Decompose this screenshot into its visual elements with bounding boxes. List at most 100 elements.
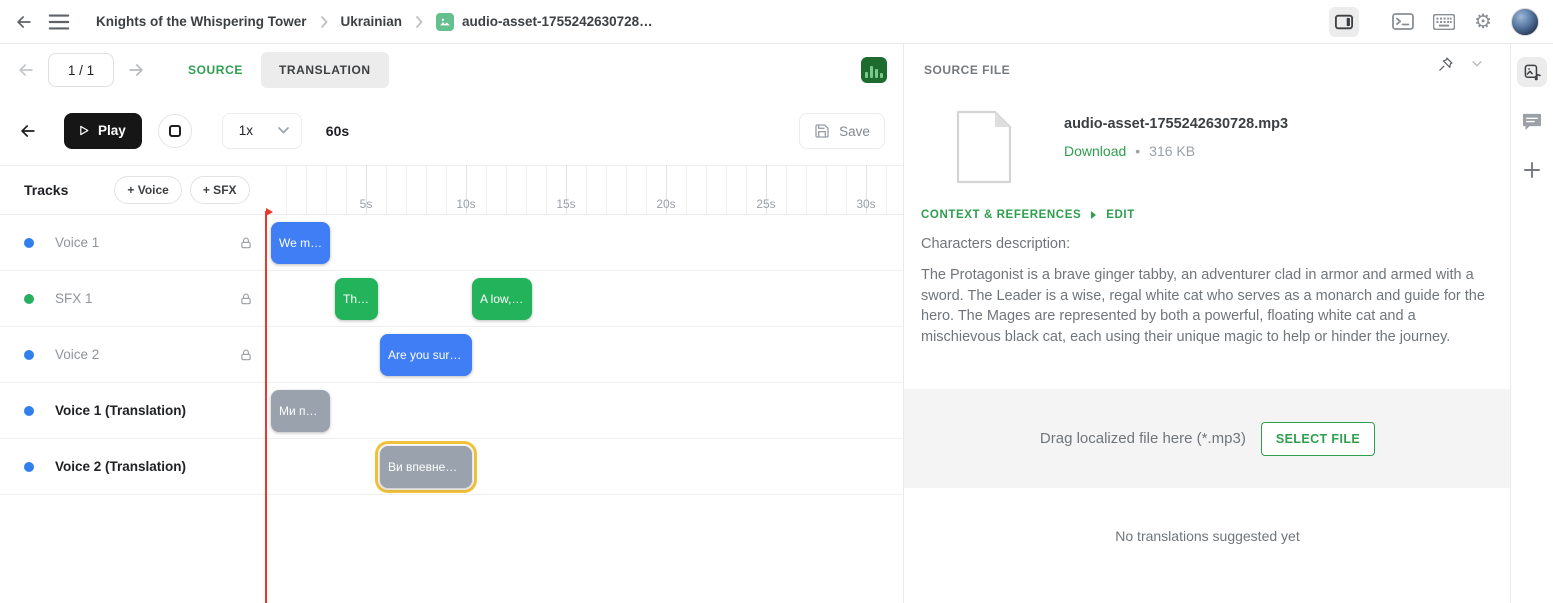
file-document-icon [956, 110, 1012, 189]
ruler-gridline [646, 166, 647, 214]
play-button[interactable]: Play [64, 113, 142, 149]
tab-translation[interactable]: TRANSLATION [261, 52, 389, 88]
play-label: Play [98, 123, 126, 138]
lock-icon [239, 292, 253, 306]
user-avatar[interactable] [1511, 8, 1539, 36]
breadcrumb-asset[interactable]: audio-asset-1755242630728… [462, 14, 653, 29]
language-badge-icon[interactable] [861, 57, 887, 83]
track-name: Voice 1 [55, 235, 99, 250]
context-references-row: CONTEXT & REFERENCES EDIT [921, 209, 1135, 221]
timeline-duration: 60s [326, 123, 349, 139]
back-arrow-icon[interactable] [14, 12, 34, 32]
track-header[interactable]: SFX 1 [0, 271, 266, 326]
timeline-ruler[interactable]: 5s10s15s20s25s30s [266, 166, 888, 214]
track-color-dot [24, 462, 34, 472]
track-name: Voice 1 (Translation) [55, 403, 186, 418]
ruler-gridline [546, 166, 547, 214]
save-button[interactable]: Save [799, 113, 885, 149]
add-voice-button[interactable]: + Voice [114, 176, 181, 204]
arrow-right-icon [1091, 211, 1096, 219]
chevron-down-icon [278, 127, 289, 134]
panel-title: SOURCE FILE [924, 63, 1010, 77]
ruler-tick-label: 15s [556, 197, 575, 211]
timeline-clip[interactable]: A low,… [472, 278, 532, 320]
track-name: Voice 2 (Translation) [55, 459, 186, 474]
save-icon [814, 123, 830, 139]
ruler-gridline [746, 166, 747, 214]
breadcrumb-project[interactable]: Knights of the Whispering Tower [96, 14, 307, 29]
timeline-clip[interactable]: We m… [271, 222, 330, 264]
timeline-editor: 1 / 1 SOURCE TRANSLATION Play 1x 60s Sav… [0, 44, 903, 603]
comments-tab-icon[interactable] [1517, 107, 1547, 137]
ruler-gridline [406, 166, 407, 214]
ruler-gridline [686, 166, 687, 214]
ruler-gridline [586, 166, 587, 214]
playback-speed-select[interactable]: 1x [222, 113, 302, 149]
characters-description-text: The Protagonist is a brave ginger tabby,… [921, 265, 1493, 347]
edit-button[interactable]: EDIT [1106, 209, 1135, 221]
ruler-gridline [326, 166, 327, 214]
timeline-clip[interactable]: Ми п… [271, 390, 330, 432]
panel-collapse-chevron-icon[interactable] [1472, 61, 1482, 67]
localized-file-dropzone[interactable]: Drag localized file here (*.mp3) SELECT … [904, 389, 1511, 488]
stop-icon [169, 125, 181, 137]
rewind-arrow-icon[interactable] [18, 121, 38, 141]
playhead-line[interactable] [265, 211, 267, 603]
ruler-tick-label: 25s [756, 197, 775, 211]
track-header[interactable]: Voice 2 (Translation) [0, 439, 266, 494]
prev-page-icon[interactable] [16, 60, 36, 80]
ruler-tick-label: 20s [656, 197, 675, 211]
add-sfx-button[interactable]: + SFX [190, 176, 250, 204]
pin-icon[interactable] [1437, 56, 1454, 73]
track-color-dot [24, 350, 34, 360]
track-lock[interactable] [239, 292, 253, 306]
track-header[interactable]: Voice 1 (Translation) [0, 383, 266, 438]
track-header[interactable]: Voice 2 [0, 327, 266, 382]
track-color-dot [24, 406, 34, 416]
add-panel-icon[interactable] [1517, 155, 1547, 185]
editor-toolbar: 1 / 1 SOURCE TRANSLATION [0, 44, 903, 96]
next-page-icon[interactable] [126, 60, 146, 80]
ruler-gridline [726, 166, 727, 214]
player-controls: Play 1x 60s Save [0, 96, 903, 166]
track-name: Voice 2 [55, 347, 99, 362]
lock-icon [239, 348, 253, 362]
track-row: Voice 1 [0, 215, 903, 271]
ruler-tick-label: 5s [360, 197, 373, 211]
track-lock[interactable] [239, 348, 253, 362]
topbar: Knights of the Whispering Tower Ukrainia… [0, 0, 1553, 44]
ruler-gridline [786, 166, 787, 214]
ruler-gridline [426, 166, 427, 214]
context-references-link[interactable]: CONTEXT & REFERENCES [921, 209, 1081, 221]
download-link[interactable]: Download [1064, 143, 1126, 159]
dropzone-text: Drag localized file here (*.mp3) [1040, 430, 1246, 447]
breadcrumb-language[interactable]: Ukrainian [341, 14, 403, 29]
chevron-right-icon [320, 16, 328, 28]
track-lock[interactable] [239, 236, 253, 250]
ruler-gridline [626, 166, 627, 214]
timeline-clip[interactable]: Are you sur… [380, 334, 472, 376]
track-header[interactable]: Voice 1 [0, 215, 266, 270]
right-icon-rail [1510, 44, 1553, 603]
select-file-button[interactable]: SELECT FILE [1261, 422, 1375, 456]
ruler-gridline [526, 166, 527, 214]
ruler-gridline [346, 166, 347, 214]
lock-icon [239, 236, 253, 250]
settings-gear-icon[interactable]: ⚙ [1474, 12, 1492, 32]
ruler-gridline [386, 166, 387, 214]
panel-toggle-icon[interactable] [1329, 7, 1359, 37]
menu-icon[interactable] [48, 13, 70, 31]
ruler-gridline [886, 166, 887, 214]
keyboard-icon[interactable] [1433, 14, 1455, 30]
track-row: Voice 1 (Translation) [0, 383, 903, 439]
timeline-clip[interactable]: Ви впевне… [380, 446, 472, 488]
media-file-tab-icon[interactable] [1517, 57, 1547, 87]
ruler-gridline [306, 166, 307, 214]
terminal-icon[interactable] [1392, 13, 1414, 30]
tab-source[interactable]: SOURCE [174, 53, 257, 87]
stop-button[interactable] [158, 114, 192, 148]
ruler-gridline [446, 166, 447, 214]
page-indicator[interactable]: 1 / 1 [48, 53, 114, 87]
playhead-marker[interactable] [266, 208, 273, 216]
timeline-clip[interactable]: Th… [335, 278, 378, 320]
